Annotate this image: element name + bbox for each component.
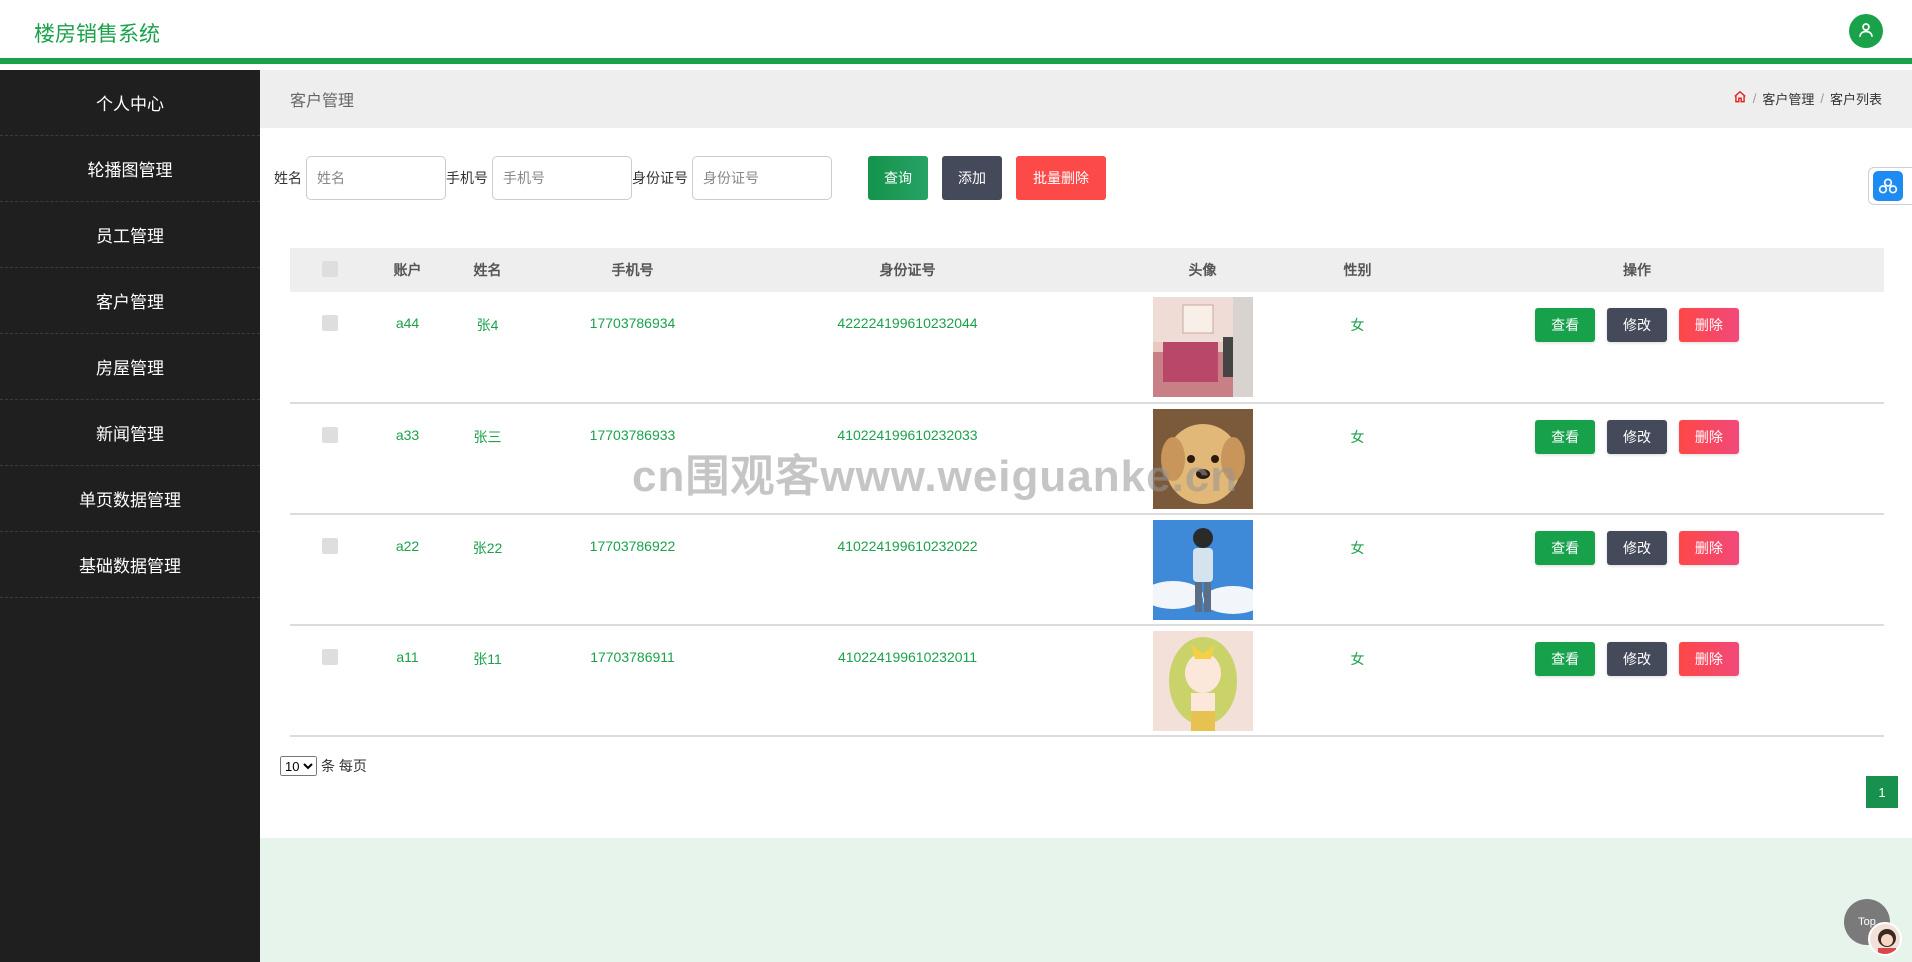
breadcrumb-item-customers[interactable]: 客户管理 (1762, 89, 1814, 108)
page-number-button[interactable]: 1 (1866, 776, 1898, 808)
view-button[interactable]: 查看 (1535, 531, 1596, 565)
per-page-text: 条 每页 (321, 758, 367, 774)
sidebar-item-news[interactable]: 新闻管理 (0, 400, 260, 466)
cell-idcard: 422224199610232044 (837, 315, 978, 331)
page-size-select[interactable]: 10 (280, 756, 317, 776)
table-row: a44 张4 17703786934 422224199610232044 女 … (290, 292, 1884, 403)
breadcrumb-separator: / (1820, 91, 1824, 106)
top-header: 楼房销售系统 (0, 0, 1912, 64)
floating-tool-button[interactable] (1868, 167, 1912, 205)
breadcrumb-separator: / (1752, 91, 1757, 106)
delete-button[interactable]: 删除 (1678, 420, 1739, 454)
cell-gender: 女 (1350, 429, 1365, 445)
col-header-idcard: 身份证号 (879, 262, 936, 278)
add-button[interactable]: 添加 (942, 156, 1002, 200)
row-checkbox[interactable] (322, 649, 338, 665)
search-form: 姓名 手机号 身份证号 查询 添加 批量删除 (274, 156, 1106, 200)
home-icon[interactable] (1733, 90, 1747, 107)
edit-button[interactable]: 修改 (1607, 531, 1667, 565)
delete-button[interactable]: 删除 (1678, 642, 1739, 676)
name-label: 姓名 (274, 170, 302, 186)
phone-input[interactable] (492, 156, 632, 200)
user-menu-button[interactable] (1849, 14, 1883, 48)
row-checkbox[interactable] (322, 427, 338, 443)
cell-name: 张4 (476, 317, 499, 333)
batch-delete-button[interactable]: 批量删除 (1016, 156, 1106, 200)
table-row: a22 张22 17703786922 410224199610232022 女… (290, 514, 1884, 625)
col-header-gender: 性别 (1343, 262, 1372, 278)
col-header-name: 姓名 (473, 262, 502, 278)
cell-phone: 17703786911 (590, 649, 675, 665)
delete-button[interactable]: 删除 (1678, 531, 1739, 565)
avatar-girl-illustration (1152, 631, 1253, 731)
sidebar-item-single-page[interactable]: 单页数据管理 (0, 466, 260, 532)
breadcrumb-item-customer-list: 客户列表 (1829, 92, 1882, 107)
select-all-checkbox[interactable] (322, 260, 338, 277)
sidebar-item-personal-center[interactable]: 个人中心 (0, 70, 260, 136)
sidebar-item-staff[interactable]: 员工管理 (0, 202, 260, 268)
col-header-ops: 操作 (1623, 262, 1651, 278)
cell-idcard: 410224199610232011 (837, 649, 978, 665)
cell-gender: 女 (1350, 540, 1365, 556)
cell-name: 张22 (472, 540, 503, 556)
avatar-boy-sky-illustration (1152, 520, 1253, 620)
sidebar: 个人中心 轮播图管理 员工管理 客户管理 房屋管理 新闻管理 单页数据管理 基础… (0, 70, 260, 962)
col-header-phone: 手机号 (611, 262, 654, 278)
sidebar-item-customers[interactable]: 客户管理 (0, 268, 260, 334)
footer-band (260, 838, 1912, 962)
cell-account: a11 (396, 649, 419, 665)
sidebar-item-houses[interactable]: 房屋管理 (0, 334, 260, 400)
edit-button[interactable]: 修改 (1607, 420, 1667, 454)
delete-button[interactable]: 删除 (1678, 308, 1739, 342)
query-button[interactable]: 查询 (868, 156, 928, 200)
title-bar: 客户管理 / 客户管理 / 客户列表 (260, 70, 1912, 128)
row-checkbox[interactable] (322, 538, 338, 554)
table-header-row: 账户 姓名 手机号 身份证号 头像 性别 操作 (290, 248, 1884, 292)
sidebar-item-carousel[interactable]: 轮播图管理 (0, 136, 260, 202)
idcard-label: 身份证号 (632, 170, 688, 186)
view-button[interactable]: 查看 (1535, 308, 1596, 342)
cloud-tool-icon (1873, 171, 1903, 201)
idcard-input[interactable] (692, 156, 832, 200)
cell-phone: 17703786922 (589, 538, 676, 554)
row-checkbox[interactable] (322, 315, 338, 331)
col-header-avatar: 头像 (1188, 262, 1217, 278)
cell-account: a33 (395, 427, 420, 443)
breadcrumb: / 客户管理 / 客户列表 (1733, 89, 1882, 108)
cell-gender: 女 (1350, 317, 1365, 333)
cell-account: a22 (395, 538, 420, 554)
cell-gender: 女 (1350, 651, 1365, 667)
name-input[interactable] (306, 156, 446, 200)
edit-button[interactable]: 修改 (1607, 642, 1667, 676)
cell-phone: 17703786934 (589, 315, 676, 331)
col-header-account: 账户 (393, 262, 422, 278)
cell-name: 张11 (473, 651, 502, 667)
cell-account: a44 (395, 315, 420, 331)
page-title: 客户管理 (290, 93, 355, 110)
table-row: a11 张11 17703786911 410224199610232011 女… (290, 625, 1884, 736)
app-title: 楼房销售系统 (34, 23, 160, 46)
avatar[interactable] (1868, 922, 1902, 956)
watermark: cn围观客www.weiguanke.cn (632, 452, 1239, 501)
phone-label: 手机号 (446, 170, 488, 186)
edit-button[interactable]: 修改 (1607, 308, 1667, 342)
view-button[interactable]: 查看 (1535, 642, 1596, 676)
cell-name: 张三 (473, 429, 502, 445)
view-button[interactable]: 查看 (1535, 420, 1596, 454)
user-icon (1857, 21, 1875, 42)
pagination-size: 10 条 每页 (280, 756, 367, 776)
avatar-room-photo (1152, 297, 1253, 397)
sidebar-item-base-data[interactable]: 基础数据管理 (0, 532, 260, 598)
main-content: 客户管理 / 客户管理 / 客户列表 姓名 手机号 身份证号 查询 添加 批量删… (260, 70, 1912, 962)
cell-idcard: 410224199610232022 (837, 538, 978, 554)
